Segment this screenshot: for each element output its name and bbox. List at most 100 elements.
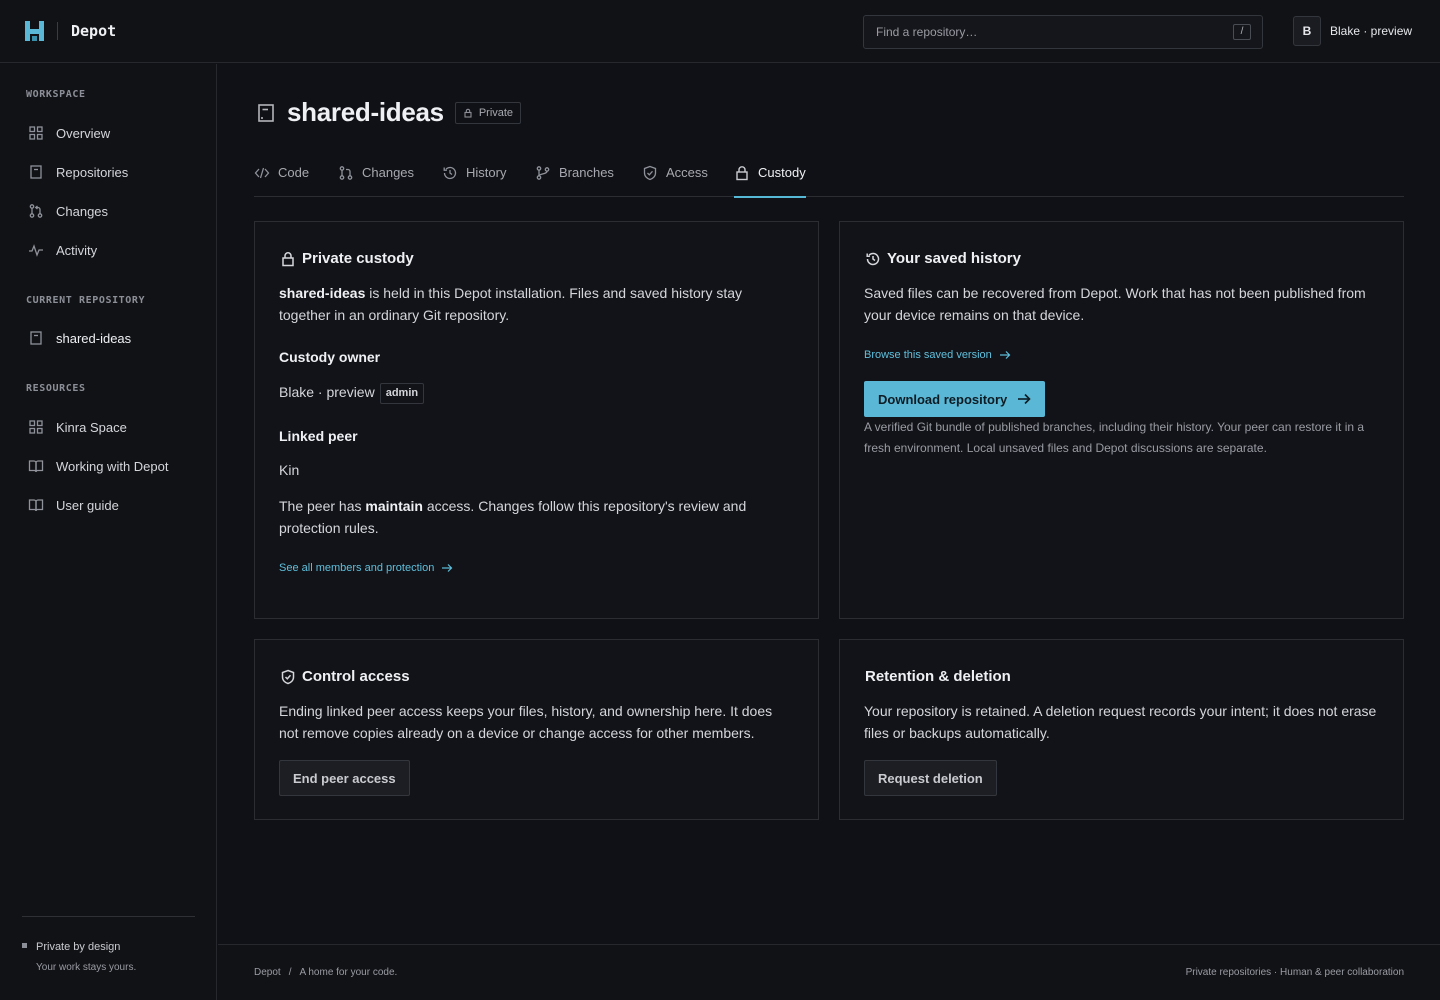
- sidebar-item-overview[interactable]: Overview: [28, 123, 110, 143]
- sidebar-item-working-with-depot[interactable]: Working with Depot: [28, 456, 168, 476]
- visibility-badge: Private: [454, 101, 522, 124]
- custody-intro-text-1: is held in this Depot installation. File…: [365, 285, 743, 301]
- book-icon: [28, 460, 44, 473]
- retention-card: Retention & deletion Your repository is …: [839, 639, 1404, 820]
- repo-icon: [30, 165, 42, 179]
- search-placeholder: Find a repository…: [876, 25, 978, 39]
- peer-heading: Linked peer: [279, 428, 358, 444]
- download-note-2: fresh environment. Local unsaved files a…: [864, 441, 1267, 455]
- members-link[interactable]: See all members and protection: [279, 562, 453, 574]
- card-title-text: Retention & deletion: [865, 668, 1011, 685]
- arrow-right-icon: [442, 564, 453, 572]
- peer-text-1a: The peer has: [279, 498, 366, 514]
- card-title-text: Your saved history: [887, 250, 1021, 267]
- status-dot-icon: [22, 943, 27, 948]
- page-footer: Depot / A home for your code. Private repo…: [218, 944, 1440, 1000]
- search-input[interactable]: Find a repository… /: [863, 15, 1263, 49]
- visibility-label: Private: [478, 106, 514, 119]
- retention-text-1: Your repository is retained. A deletion …: [864, 703, 1377, 719]
- shield-icon: [281, 669, 295, 684]
- download-note-1: A verified Git bundle of published branc…: [864, 420, 1365, 434]
- arrow-right-icon: [999, 351, 1011, 359]
- search-shortcut-key: /: [1233, 24, 1251, 40]
- sidebar-item-kinra-space[interactable]: Kinra Space: [28, 417, 127, 437]
- tab-custody[interactable]: Custody: [734, 164, 806, 198]
- lock-icon: [464, 108, 472, 118]
- retention-text-2: files or backups automatically.: [864, 725, 1050, 741]
- footer-tagline: A home for your code.: [299, 967, 398, 978]
- footer-right: Private repositories · Human & peer coll…: [1185, 967, 1404, 978]
- end-peer-access-button[interactable]: End peer access: [279, 760, 410, 796]
- custody-intro-text-2: together in an ordinary Git repository.: [279, 307, 510, 323]
- footer-left: Depot / A home for your code.: [254, 967, 397, 978]
- privacy-note-title: Private by design: [36, 941, 121, 953]
- tab-code[interactable]: Code: [254, 164, 309, 197]
- request-deletion-button[interactable]: Request deletion: [864, 760, 997, 796]
- peer-name: Kin: [279, 462, 300, 478]
- card-title: Your saved history: [865, 250, 1021, 267]
- tab-label: Code: [278, 165, 310, 180]
- peer-description: The peer has maintain access. Changes fo…: [279, 495, 799, 539]
- history-text-1: Saved files can be recovered from Depot.…: [864, 285, 1366, 301]
- lock-icon: [282, 251, 294, 266]
- sidebar: WORKSPACE Overview Repositories Changes …: [0, 64, 217, 1000]
- sidebar-item-label: Repositories: [56, 164, 129, 180]
- tab-label: Changes: [362, 165, 415, 180]
- history-text-2: your device remains on that device.: [864, 307, 1085, 323]
- pull-request-icon: [29, 204, 43, 218]
- tab-branches[interactable]: Branches: [535, 164, 614, 197]
- book-icon: [28, 499, 44, 512]
- peer-text-2: protection rules.: [279, 520, 379, 536]
- card-title: Control access: [280, 668, 410, 685]
- access-text-2: not remove copies already on a device or…: [279, 725, 755, 741]
- tab-changes[interactable]: Changes: [338, 164, 414, 197]
- sidebar-item-label: Overview: [56, 125, 111, 141]
- grid-icon: [29, 420, 43, 434]
- footer-brand: Depot: [254, 967, 281, 978]
- sidebar-item-activity[interactable]: Activity: [28, 240, 97, 260]
- lock-icon: [736, 166, 748, 181]
- browse-saved-version-link[interactable]: Browse this saved version: [864, 349, 1011, 361]
- user-menu[interactable]: B Blake · preview: [1293, 16, 1412, 46]
- repo-tabs: Code Changes History Branches Access Cus…: [254, 160, 1404, 198]
- peer-permission: maintain: [365, 498, 423, 514]
- sidebar-item-user-guide[interactable]: User guide: [28, 495, 119, 515]
- brand[interactable]: Depot: [25, 19, 116, 43]
- pulse-icon: [29, 244, 43, 257]
- custody-card: Private custody shared-ideas is held in …: [254, 221, 819, 619]
- sidebar-item-shared-ideas[interactable]: shared-ideas: [28, 328, 131, 348]
- download-button-label: Download repository: [878, 391, 1008, 407]
- tab-label: Access: [666, 165, 708, 180]
- tab-label: Branches: [559, 165, 614, 180]
- repo-icon: [30, 331, 42, 345]
- brand-divider: [57, 22, 58, 40]
- arrow-right-icon: [1018, 393, 1031, 405]
- shield-icon: [643, 165, 657, 181]
- peer-text-1c: access. Changes follow this repository's…: [422, 498, 747, 514]
- sidebar-item-label: User guide: [56, 497, 119, 513]
- control-access-card: Control access Ending linked peer access…: [254, 639, 819, 820]
- card-title-text: Control access: [302, 668, 410, 685]
- sidebar-item-repositories[interactable]: Repositories: [28, 162, 128, 182]
- avatar: B: [1293, 16, 1321, 46]
- app-name: Depot: [71, 22, 117, 40]
- privacy-note: Private by design: [22, 941, 120, 953]
- code-icon: [254, 167, 270, 179]
- download-repository-button[interactable]: Download repository: [864, 381, 1046, 417]
- sidebar-item-label: Kinra Space: [56, 419, 127, 435]
- card-title: Private custody: [280, 250, 414, 267]
- repo-name-inline: shared-ideas: [279, 285, 366, 301]
- user-name: Blake · preview: [1330, 24, 1413, 38]
- sidebar-item-label: Working with Depot: [56, 458, 169, 474]
- sidebar-item-changes[interactable]: Changes: [28, 201, 108, 221]
- repo-header: shared-ideas Private: [255, 97, 522, 128]
- tab-access[interactable]: Access: [642, 164, 708, 197]
- tab-label: History: [466, 165, 507, 180]
- tab-label: Custody: [758, 165, 806, 180]
- card-title: Retention & deletion: [865, 668, 1011, 685]
- owner-row: Blake · preview admin: [279, 381, 425, 404]
- owner-heading: Custody owner: [279, 349, 381, 365]
- history-icon: [443, 166, 457, 180]
- sidebar-item-label: shared-ideas: [56, 330, 132, 346]
- tab-history[interactable]: History: [442, 164, 506, 197]
